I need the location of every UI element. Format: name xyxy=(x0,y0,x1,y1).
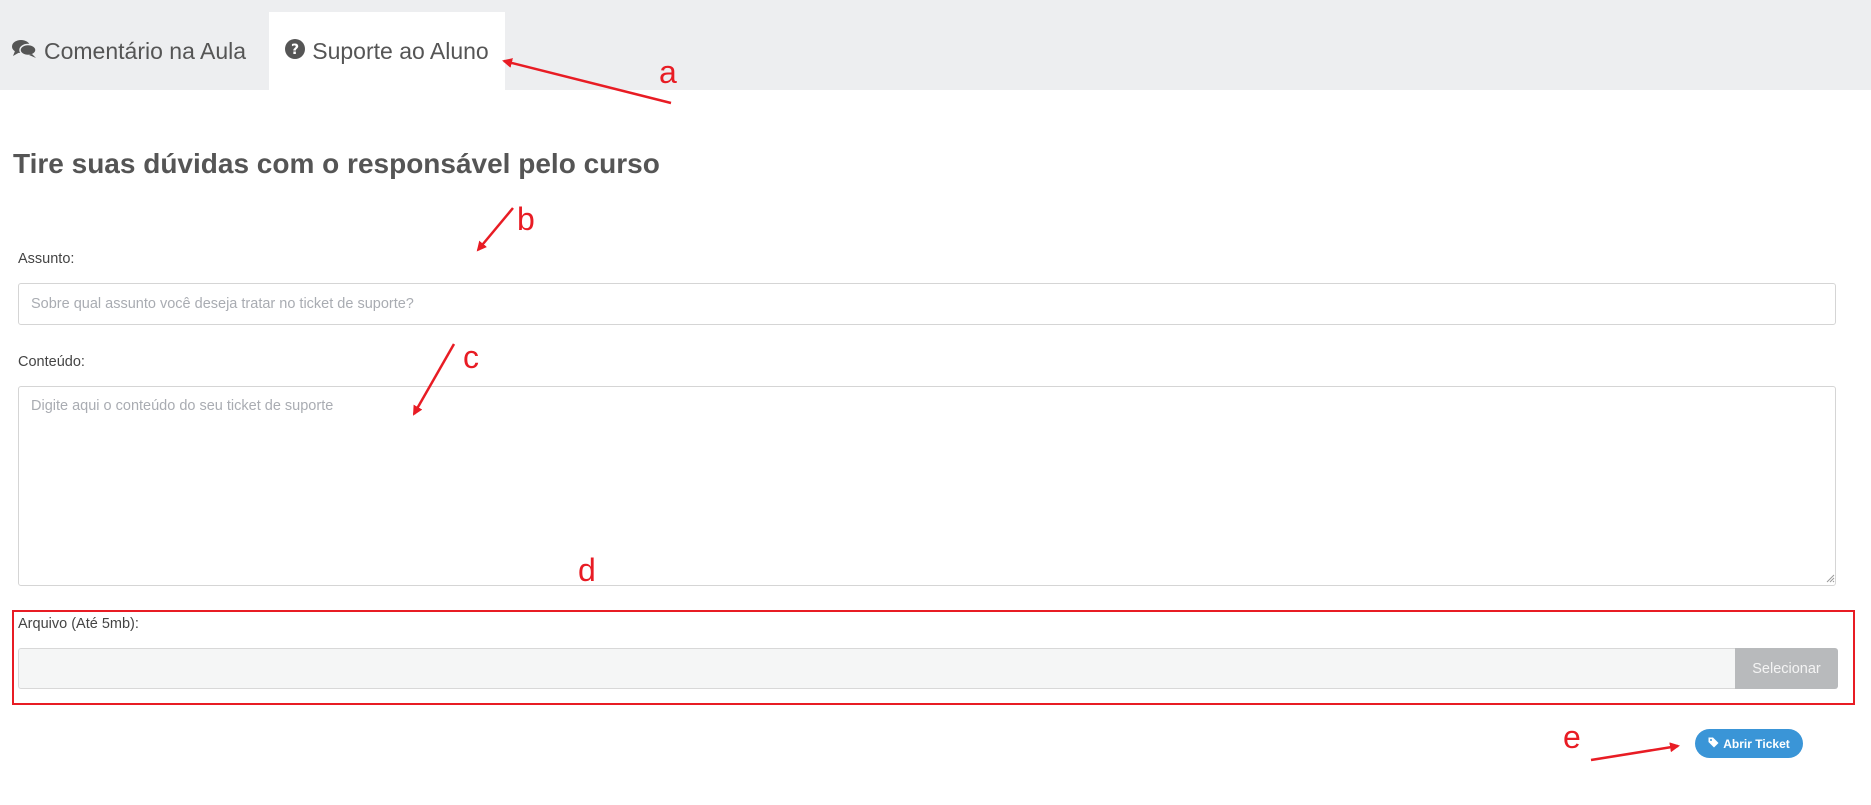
subject-input[interactable] xyxy=(18,283,1836,325)
subject-label: Assunto: xyxy=(18,251,75,267)
annotation-e: e xyxy=(1563,719,1581,755)
question-circle-icon: ? xyxy=(285,38,306,65)
content-label: Conteúdo: xyxy=(18,354,85,370)
page-title: Tire suas dúvidas com o responsável pelo… xyxy=(13,148,660,179)
tab-suporte-label: Suporte ao Aluno xyxy=(312,37,489,64)
arrow-e xyxy=(1590,742,1680,762)
tab-comentario-label: Comentário na Aula xyxy=(44,37,247,64)
open-ticket-button[interactable]: Abrir Ticket xyxy=(1695,729,1803,758)
annotation-a: a xyxy=(659,54,677,90)
arrow-b xyxy=(476,207,514,252)
annotation-c: c xyxy=(463,339,479,375)
file-label: Arquivo (Até 5mb): xyxy=(18,616,139,632)
tag-icon xyxy=(1708,737,1719,751)
comments-icon xyxy=(12,38,37,65)
annotation-b: b xyxy=(517,201,535,237)
file-path-field[interactable] xyxy=(18,648,1736,689)
svg-text:?: ? xyxy=(291,42,299,58)
open-ticket-label: Abrir Ticket xyxy=(1723,736,1790,751)
tab-comentario[interactable]: Comentário na Aula xyxy=(12,12,246,90)
annotation-d: d xyxy=(578,552,596,588)
content-textarea[interactable] xyxy=(18,386,1836,586)
resize-grip-icon[interactable] xyxy=(1826,574,1835,583)
select-file-button[interactable]: Selecionar xyxy=(1735,648,1838,689)
tab-bar: Comentário na Aula ? Suporte ao Aluno xyxy=(0,0,1871,90)
tab-suporte[interactable]: ? Suporte ao Aluno xyxy=(269,12,505,90)
